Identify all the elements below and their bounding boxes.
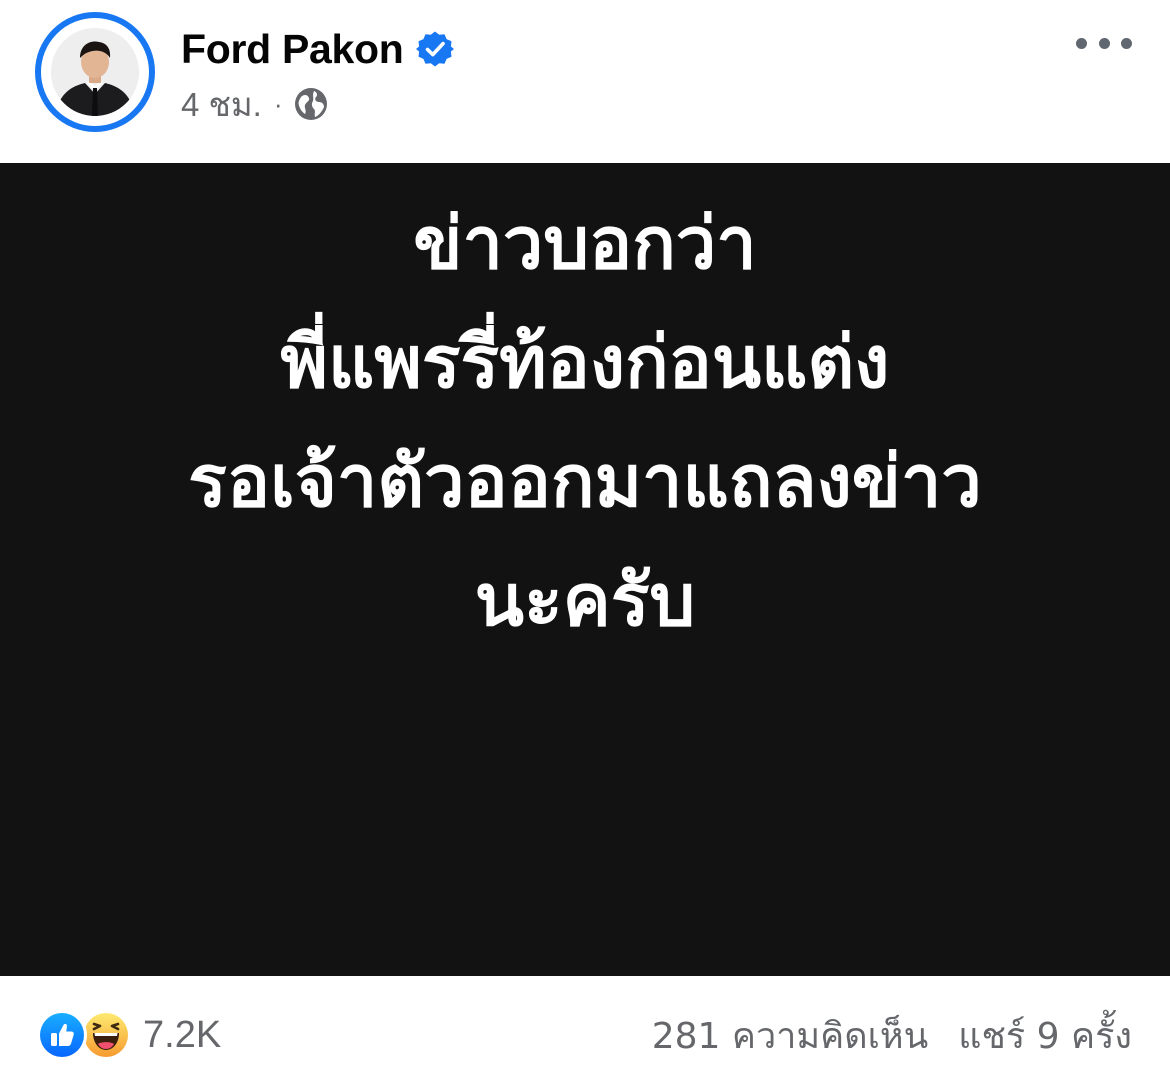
avatar-photo xyxy=(51,28,139,116)
reactions-summary[interactable]: 7.2K xyxy=(37,1009,221,1061)
avatar-story-ring[interactable] xyxy=(35,12,155,132)
meta-separator: · xyxy=(273,88,283,119)
more-dot xyxy=(1076,37,1087,49)
post-image-text: ข่าวบอกว่า พี่แพรรี่ท้องก่อนแต่ง รอเจ้าต… xyxy=(0,184,1170,660)
haha-icon xyxy=(81,1010,131,1060)
globe-icon[interactable] xyxy=(293,86,329,122)
verified-badge-icon xyxy=(415,30,454,68)
post-meta: 4 ชม. · xyxy=(181,84,329,124)
avatar[interactable] xyxy=(51,28,139,116)
more-dot xyxy=(1098,37,1110,49)
author-row: Ford Pakon xyxy=(181,22,454,76)
image-text-line: รอเจ้าตัวออกมาแถลงข่าว xyxy=(188,439,982,523)
engagement-counts: 281 ความคิดเห็น แชร์ 9 ครั้ง xyxy=(652,1009,1132,1061)
image-text-line: พี่แพรรี่ท้องก่อนแต่ง xyxy=(280,320,890,404)
shares-count-link[interactable]: แชร์ 9 ครั้ง xyxy=(958,1007,1132,1064)
like-icon xyxy=(37,1010,87,1060)
more-dot xyxy=(1121,37,1132,49)
author-name[interactable]: Ford Pakon xyxy=(181,26,404,73)
reaction-count: 7.2K xyxy=(143,1013,222,1056)
comments-count-link[interactable]: 281 ความคิดเห็น xyxy=(652,1007,929,1064)
post-timestamp[interactable]: 4 ชม. xyxy=(181,78,262,131)
more-options-icon[interactable] xyxy=(1076,28,1132,58)
image-text-line: นะครับ xyxy=(474,558,696,642)
post-footer: 7.2K 281 ความคิดเห็น แชร์ 9 ครั้ง xyxy=(0,976,1170,1088)
post-header: Ford Pakon 4 ชม. · xyxy=(0,0,1170,163)
image-text-line: ข่าวบอกว่า xyxy=(413,201,757,285)
